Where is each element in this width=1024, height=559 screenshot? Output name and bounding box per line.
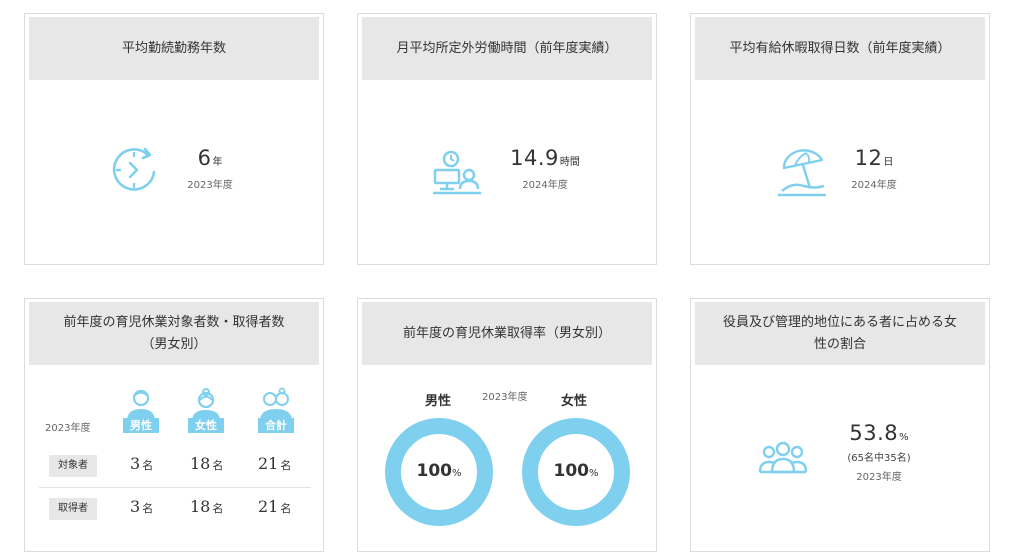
desk-worker-icon	[433, 150, 481, 195]
card-title-line1: 前年度の育児休業対象者数・取得者数	[63, 314, 285, 330]
total-label: 合計	[258, 418, 294, 433]
male-label: 男性	[123, 418, 159, 433]
women-managers-year: 2023年度	[856, 472, 902, 483]
card-title-line2: 性の割合	[813, 336, 866, 352]
card-title: 前年度の育児休業対象者数・取得者数 （男女別）	[29, 302, 319, 365]
leave-year: 2024年度	[851, 180, 897, 191]
group-icon	[758, 441, 808, 474]
clock-icon	[112, 147, 156, 191]
card-title: 平均勤続勤務年数	[29, 17, 319, 80]
women-managers-value: 53.8% (65名中35名) 2023年度	[829, 421, 929, 483]
leave-unit: 日	[883, 157, 894, 168]
beach-umbrella-icon	[778, 149, 826, 197]
male-person-icon	[127, 389, 155, 421]
tenure-value: 6年 2023年度	[175, 146, 245, 191]
overtime-year: 2024年度	[522, 180, 568, 191]
overtime-value: 14.9時間 2024年度	[500, 146, 590, 191]
row-divider	[39, 487, 311, 488]
card-paid-leave: 平均有給休暇取得日数（前年度実績） 12日 2024年度	[690, 13, 990, 265]
card-title: 役員及び管理的地位にある者に占める女 性の割合	[695, 302, 985, 365]
takers-male: 3名	[130, 497, 154, 516]
leave-value: 12日 2024年度	[839, 146, 909, 191]
women-managers-unit: %	[899, 432, 909, 443]
card-childcare-rate: 前年度の育児休業取得率（男女別） 男性 2023年度 女性 100% 100%	[357, 298, 657, 552]
card-women-managers: 役員及び管理的地位にある者に占める女 性の割合 53.8% (65名中35名) …	[690, 298, 990, 552]
childcare-rate-year: 2023年度	[482, 392, 528, 403]
couple-icon	[260, 387, 292, 421]
overtime-unit: 時間	[559, 157, 580, 168]
card-title: 平均有給休暇取得日数（前年度実績）	[695, 17, 985, 80]
leave-number: 12	[854, 146, 883, 170]
overtime-number: 14.9	[510, 146, 559, 170]
takers-female: 18 名	[190, 497, 224, 516]
card-monthly-overtime: 月平均所定外労働時間（前年度実績） 14.9時間 2024年度	[357, 13, 657, 265]
tenure-number: 6	[197, 146, 212, 170]
card-title-line2: （男女別）	[141, 336, 207, 352]
women-managers-breakdown: (65名中35名)	[847, 453, 911, 464]
female-column-header: 女性	[188, 387, 224, 433]
female-rate: 100%	[553, 461, 599, 481]
row-label-eligible: 対象者	[49, 455, 97, 477]
eligible-total: 21 名	[258, 454, 292, 473]
card-title: 月平均所定外労働時間（前年度実績）	[362, 17, 652, 80]
female-person-icon	[192, 388, 220, 421]
male-rate: 100%	[416, 461, 462, 481]
card-title-line1: 役員及び管理的地位にある者に占める女	[722, 314, 957, 330]
total-column-header: 合計	[258, 387, 294, 433]
male-column-header: 男性	[123, 387, 159, 433]
female-label: 女性	[188, 418, 224, 433]
tenure-unit: 年	[212, 157, 223, 168]
card-average-tenure: 平均勤続勤務年数 6年 2023年度	[24, 13, 324, 265]
card-title: 前年度の育児休業取得率（男女別）	[362, 302, 652, 365]
takers-total: 21 名	[258, 497, 292, 516]
female-gender-label: 女性	[561, 394, 588, 409]
childcare-year: 2023年度	[45, 423, 91, 434]
tenure-year: 2023年度	[187, 180, 233, 191]
eligible-male: 3名	[130, 454, 154, 473]
card-childcare-counts: 前年度の育児休業対象者数・取得者数 （男女別） 2023年度 男性 女性 合計	[24, 298, 324, 552]
row-label-takers: 取得者	[49, 498, 97, 520]
male-gender-label: 男性	[425, 394, 452, 409]
women-managers-number: 53.8	[849, 421, 899, 445]
eligible-female: 18 名	[190, 454, 224, 473]
